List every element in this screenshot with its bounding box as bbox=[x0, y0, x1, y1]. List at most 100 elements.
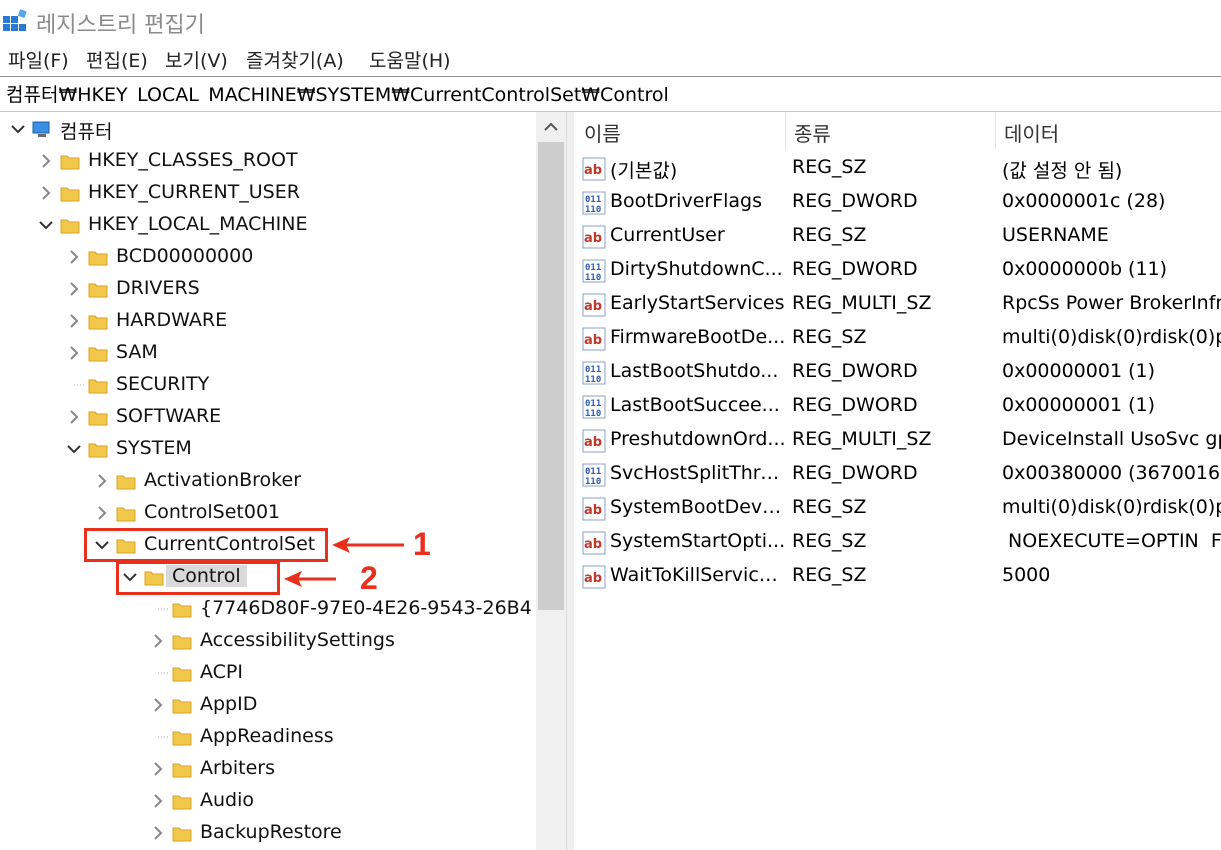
tree-item[interactable]: 컴퓨터 bbox=[0, 115, 536, 145]
tree-item-label: {7746D80F-97E0-4E26-9543-26B4 bbox=[200, 597, 532, 619]
chevron-right-icon[interactable] bbox=[64, 307, 84, 337]
value-name: BootDriverFlags bbox=[610, 190, 763, 212]
tree-item-label: ACPI bbox=[200, 661, 243, 683]
column-header-type[interactable]: 종류 bbox=[786, 112, 996, 150]
chevron-right-icon[interactable] bbox=[148, 819, 168, 849]
menu-view[interactable]: 보기(V) bbox=[165, 46, 228, 73]
value-name: EarlyStartServices bbox=[610, 292, 785, 314]
tree-item[interactable]: SOFTWARE bbox=[0, 403, 536, 433]
folder-icon bbox=[88, 379, 108, 394]
menu-help[interactable]: 도움말(H) bbox=[369, 46, 451, 73]
folder-icon bbox=[172, 699, 192, 714]
address-input[interactable] bbox=[6, 82, 1206, 104]
svg-text:ab: ab bbox=[584, 231, 602, 246]
scroll-up-icon[interactable] bbox=[536, 112, 566, 142]
chevron-right-icon[interactable] bbox=[92, 467, 112, 497]
value-row[interactable]: ab CurrentUser REG_SZ USERNAME bbox=[576, 220, 1221, 254]
registry-key-tree: 컴퓨터 HKEY_CLASSES_ROOT HKEY_CURRENT_USER HKE… bbox=[0, 112, 566, 850]
value-data: (값 설정 안 됨) bbox=[1002, 160, 1123, 182]
tree-item[interactable]: SYSTEM bbox=[0, 435, 536, 465]
pane-splitter[interactable] bbox=[566, 112, 574, 850]
value-type: REG_MULTI_SZ bbox=[792, 428, 932, 450]
chevron-right-icon[interactable] bbox=[148, 787, 168, 817]
chevron-down-icon[interactable] bbox=[36, 211, 56, 241]
column-header-name[interactable]: 이름 bbox=[576, 112, 786, 150]
value-type: REG_DWORD bbox=[792, 190, 918, 212]
string-value-icon: ab bbox=[582, 225, 606, 249]
value-row[interactable]: ab PreshutdownOrd... REG_MULTI_SZ DeviceIns… bbox=[576, 424, 1221, 458]
tree-item[interactable]: HARDWARE bbox=[0, 307, 536, 337]
chevron-right-icon[interactable] bbox=[36, 147, 56, 177]
menu-favorites[interactable]: 즐겨찾기(A) bbox=[246, 46, 344, 73]
value-row[interactable]: 011 110 LastBootSuccee... REG_DWORD 0x000000… bbox=[576, 390, 1221, 424]
tree-item[interactable]: Audio bbox=[0, 787, 536, 817]
value-data: USERNAME bbox=[1002, 224, 1109, 246]
value-row[interactable]: ab FirmwareBootDe... REG_SZ multi(0)disk(0)… bbox=[576, 322, 1221, 356]
chevron-right-icon[interactable] bbox=[36, 179, 56, 209]
menu-edit[interactable]: 편집(E) bbox=[86, 46, 148, 73]
scroll-thumb[interactable] bbox=[538, 142, 564, 610]
chevron-down-icon[interactable] bbox=[64, 435, 84, 465]
tree-item[interactable]: BackupRestore bbox=[0, 819, 536, 849]
value-row[interactable]: ab EarlyStartServices REG_MULTI_SZ RpcSs Po… bbox=[576, 288, 1221, 322]
folder-icon bbox=[172, 667, 192, 682]
value-data: NOEXECUTE=OPTIN F bbox=[1002, 530, 1221, 552]
tree-item[interactable]: Arbiters bbox=[0, 755, 536, 785]
tree-item[interactable]: DRIVERS bbox=[0, 275, 536, 305]
value-type: REG_SZ bbox=[792, 326, 867, 348]
svg-text:011: 011 bbox=[585, 399, 601, 409]
menu-file[interactable]: 파일(F) bbox=[8, 46, 69, 73]
value-row[interactable]: 011 110 SvcHostSplitThre... REG_DWORD 0x0038… bbox=[576, 458, 1221, 492]
svg-text:ab: ab bbox=[584, 571, 602, 586]
string-value-icon: ab bbox=[582, 531, 606, 555]
annotation-box-1 bbox=[84, 528, 328, 562]
chevron-right-icon[interactable] bbox=[148, 627, 168, 657]
value-type: REG_SZ bbox=[792, 564, 867, 586]
value-type: REG_DWORD bbox=[792, 394, 918, 416]
tree-item[interactable]: BCD00000000 bbox=[0, 243, 536, 273]
value-row[interactable]: ab (기본값) REG_SZ (값 설정 안 됨) bbox=[576, 152, 1221, 186]
value-row[interactable]: ab SystemBootDevice REG_SZ multi(0)disk(0)r… bbox=[576, 492, 1221, 526]
chevron-right-icon[interactable] bbox=[64, 275, 84, 305]
string-value-icon: ab bbox=[582, 565, 606, 589]
tree-item-label: HKEY_LOCAL_MACHINE bbox=[88, 213, 308, 235]
value-row[interactable]: ab SystemStartOpti... REG_SZ NOEXECUTE=OPT… bbox=[576, 526, 1221, 560]
value-row[interactable]: 011 110 DirtyShutdownC... REG_DWORD 0x000000… bbox=[576, 254, 1221, 288]
tree-item[interactable]: {7746D80F-97E0-4E26-9543-26B4 bbox=[0, 595, 536, 625]
chevron-right-icon[interactable] bbox=[64, 243, 84, 273]
tree-item[interactable]: HKEY_LOCAL_MACHINE bbox=[0, 211, 536, 241]
value-row[interactable]: 011 110 LastBootShutdo... REG_DWORD 0x000000… bbox=[576, 356, 1221, 390]
tree-scrollbar[interactable] bbox=[536, 112, 566, 850]
tree-item[interactable]: ActivationBroker bbox=[0, 467, 536, 497]
value-row[interactable]: ab WaitToKillService... REG_SZ 5000 bbox=[576, 560, 1221, 594]
chevron-right-icon[interactable] bbox=[148, 755, 168, 785]
svg-text:ab: ab bbox=[584, 503, 602, 518]
value-name: WaitToKillService... bbox=[610, 564, 786, 586]
chevron-right-icon[interactable] bbox=[64, 403, 84, 433]
chevron-right-icon[interactable] bbox=[92, 499, 112, 529]
tree-item[interactable]: ACPI bbox=[0, 659, 536, 689]
tree-item-label: HKEY_CURRENT_USER bbox=[88, 181, 300, 203]
tree-item[interactable]: HKEY_CURRENT_USER bbox=[0, 179, 536, 209]
chevron-down-icon[interactable] bbox=[8, 115, 28, 145]
chevron-right-icon[interactable] bbox=[148, 691, 168, 721]
column-header-data[interactable]: 데이터 bbox=[996, 112, 1221, 150]
folder-icon bbox=[60, 155, 80, 170]
svg-text:011: 011 bbox=[585, 467, 601, 477]
svg-text:011: 011 bbox=[585, 195, 601, 205]
chevron-right-icon[interactable] bbox=[64, 339, 84, 369]
svg-text:110: 110 bbox=[585, 409, 601, 419]
annotation-arrow-2 bbox=[284, 571, 336, 587]
tree-item[interactable]: ControlSet001 bbox=[0, 499, 536, 529]
folder-icon bbox=[116, 475, 136, 490]
tree-item[interactable]: HKEY_CLASSES_ROOT bbox=[0, 147, 536, 177]
tree-item[interactable]: AccessibilitySettings bbox=[0, 627, 536, 657]
tree-item[interactable]: AppID bbox=[0, 691, 536, 721]
tree-item[interactable]: SAM bbox=[0, 339, 536, 369]
folder-icon bbox=[60, 219, 80, 234]
folder-icon bbox=[172, 763, 192, 778]
value-type: REG_SZ bbox=[792, 156, 867, 178]
value-row[interactable]: 011 110 BootDriverFlags REG_DWORD 0x0000001c… bbox=[576, 186, 1221, 220]
tree-item[interactable]: SECURITY bbox=[0, 371, 536, 401]
tree-item[interactable]: AppReadiness bbox=[0, 723, 536, 753]
